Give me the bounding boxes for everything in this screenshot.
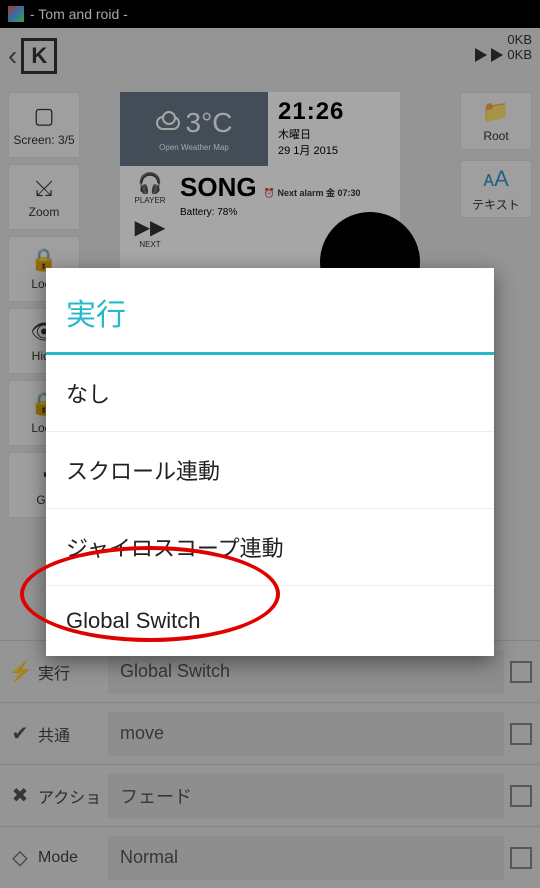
run-dialog: 実行 なし スクロール連動 ジャイロスコープ連動 Global Switch	[46, 268, 494, 656]
dialog-option-none[interactable]: なし	[46, 355, 494, 432]
dialog-title: 実行	[46, 268, 494, 355]
dialog-option-scroll[interactable]: スクロール連動	[46, 432, 494, 509]
dialog-option-global-switch[interactable]: Global Switch	[46, 586, 494, 656]
dialog-option-gyro[interactable]: ジャイロスコープ連動	[46, 509, 494, 586]
